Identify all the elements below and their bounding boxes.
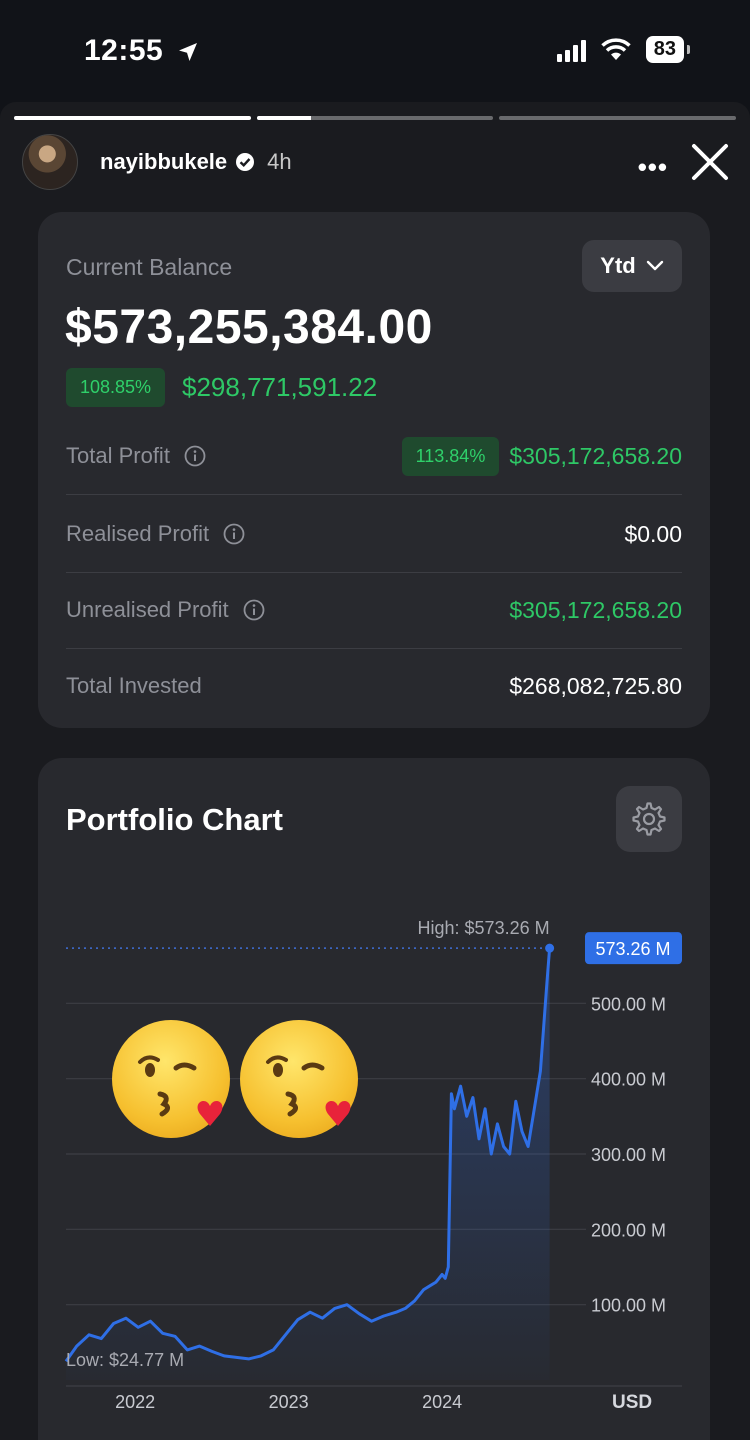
x-tick-label: 2024 — [422, 1392, 462, 1412]
story-progress-segment — [499, 116, 737, 120]
status-time: 12:55 — [84, 34, 200, 68]
y-tick-label: 200.00 M — [591, 1220, 666, 1240]
story-progress-segment — [14, 116, 251, 120]
y-tick-label: 500.00 M — [591, 994, 666, 1014]
cellular-signal-icon — [556, 38, 586, 62]
x-tick-label: 2022 — [115, 1392, 155, 1412]
chart-settings-button[interactable] — [616, 786, 682, 852]
period-dropdown[interactable]: Ytd — [582, 240, 682, 292]
current-balance-label: Current Balance — [66, 254, 233, 280]
low-label: Low: $24.77 M — [66, 1350, 184, 1370]
realised-profit-label: Realised Profit — [66, 521, 245, 547]
row-label-text: Total Profit — [66, 443, 170, 468]
chart-title: Portfolio Chart — [66, 802, 283, 837]
post-time: 4h — [267, 149, 292, 174]
unrealised-profit-value: $305,172,658.20 — [509, 596, 682, 623]
username[interactable]: nayibbukele — [100, 149, 227, 175]
row-label-text: Realised Profit — [66, 521, 210, 546]
close-button[interactable] — [690, 142, 730, 187]
clock-text: 12:55 — [84, 34, 164, 67]
balance-card: Current Balance Ytd $573,255,384.00 108.… — [38, 212, 710, 728]
story-header: nayibbukele 4h ••• — [22, 132, 730, 192]
location-arrow-icon — [179, 43, 198, 61]
currency-label: USD — [612, 1392, 652, 1413]
info-icon[interactable] — [243, 599, 265, 621]
y-tick-label: 400.00 M — [591, 1070, 666, 1090]
period-dropdown-label: Ytd — [600, 253, 636, 278]
current-balance-value: $573,255,384.00 — [65, 301, 433, 354]
info-icon[interactable] — [184, 445, 206, 467]
change-percent-badge: 108.85% — [66, 368, 166, 407]
total-invested-row: Total Invested $268,082,725.80 — [66, 648, 682, 724]
gear-icon — [632, 802, 666, 836]
battery-indicator: 83 — [645, 36, 691, 63]
story-progress-segment — [256, 116, 494, 120]
wifi-icon — [601, 37, 631, 60]
total-invested-value: $268,082,725.80 — [509, 672, 682, 699]
kissing-face-emoji — [240, 1020, 358, 1138]
more-options-button[interactable]: ••• — [638, 152, 668, 183]
unrealised-profit-row: Unrealised Profit $305,172,658.20 — [66, 572, 682, 649]
info-icon[interactable] — [223, 523, 245, 545]
realised-profit-row: Realised Profit $0.00 — [66, 496, 682, 573]
total-profit-label: Total Profit — [66, 443, 206, 469]
total-invested-label: Total Invested — [66, 673, 202, 698]
unrealised-profit-label: Unrealised Profit — [66, 597, 265, 623]
status-bar: 12:55 83 — [0, 0, 750, 100]
total-profit-row: Total Profit 113.84% $305,172,658.20 — [66, 418, 682, 495]
kissing-face-emoji — [112, 1020, 230, 1138]
x-tick-label: 2023 — [269, 1392, 309, 1412]
high-point — [545, 943, 555, 953]
high-tag-label: 573.26 M — [595, 939, 670, 959]
verified-badge-icon — [235, 152, 255, 172]
realised-profit-value: $0.00 — [624, 520, 682, 547]
y-tick-label: 300.00 M — [591, 1145, 666, 1165]
change-value: $298,771,591.22 — [182, 372, 378, 402]
chevron-down-icon — [646, 260, 663, 271]
portfolio-chart-card: 100.00 M 200.00 M 300.00 M 400.00 M 500.00 M… — [38, 758, 710, 1440]
row-label-text: Unrealised Profit — [66, 597, 229, 622]
total-profit-value: $305,172,658.20 — [509, 442, 682, 469]
story-progress-bars — [14, 116, 737, 120]
close-icon — [692, 144, 728, 180]
story-frame: nayibbukele 4h ••• Current Balance Ytd $… — [0, 102, 750, 1440]
avatar[interactable] — [22, 134, 78, 190]
y-tick-label: 100.00 M — [591, 1296, 666, 1316]
total-profit-percent-badge: 113.84% — [401, 436, 500, 476]
high-label: High: $573.26 M — [418, 918, 550, 938]
